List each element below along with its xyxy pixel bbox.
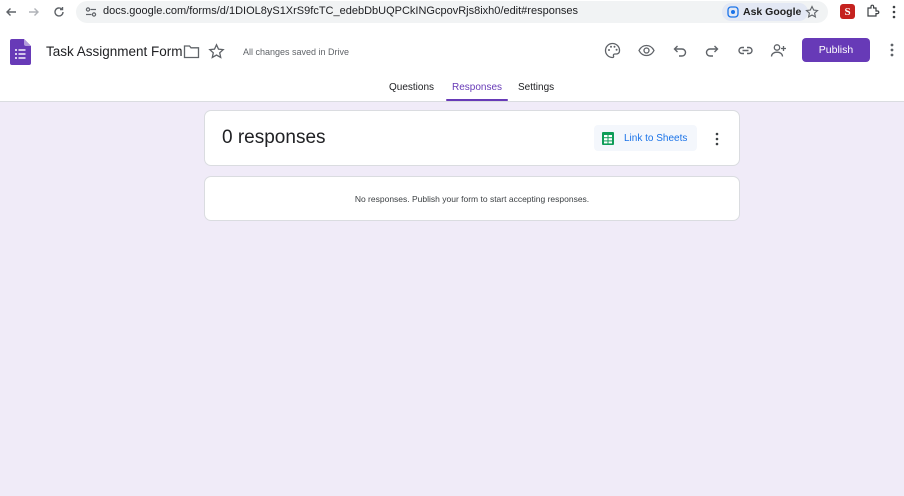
empty-state-message: No responses. Publish your form to start…	[354, 194, 590, 204]
forward-icon[interactable]	[25, 3, 43, 21]
more-options-icon[interactable]	[887, 42, 897, 58]
publish-button[interactable]: Publish	[802, 38, 870, 62]
link-to-sheets-label: Link to Sheets	[624, 132, 688, 144]
sheets-icon	[602, 131, 614, 145]
tab-responses[interactable]: Responses	[452, 82, 502, 93]
tab-settings[interactable]: Settings	[518, 82, 554, 93]
form-tabs: Questions Responses Settings	[0, 81, 904, 101]
puzzle-icon[interactable]	[866, 4, 880, 18]
preview-eye-icon[interactable]	[636, 40, 656, 60]
extension-s-icon[interactable]: S	[840, 4, 855, 19]
forms-header: Task Assignment Form All changes saved i…	[0, 25, 904, 102]
active-tab-indicator	[446, 99, 508, 101]
back-icon[interactable]	[2, 3, 20, 21]
responses-summary-card: 0 responses Link to Sheets	[204, 110, 740, 166]
tab-questions[interactable]: Questions	[389, 82, 434, 93]
ask-google-button[interactable]: Ask Google	[722, 3, 809, 21]
reload-icon[interactable]	[50, 3, 68, 21]
redo-icon[interactable]	[702, 40, 722, 60]
undo-icon[interactable]	[669, 40, 689, 60]
star-icon[interactable]	[208, 43, 225, 60]
browser-toolbar: docs.google.com/forms/d/1DIOL8yS1XrS9fcT…	[0, 0, 904, 25]
responses-more-icon[interactable]	[713, 131, 721, 147]
more-vert-icon[interactable]	[889, 4, 899, 20]
site-info-icon[interactable]	[84, 5, 98, 19]
google-forms-logo-icon[interactable]	[10, 39, 31, 65]
folder-icon[interactable]	[183, 44, 200, 59]
bookmark-star-icon[interactable]	[805, 5, 819, 19]
google-lens-icon	[727, 6, 739, 18]
palette-icon[interactable]	[602, 40, 622, 60]
address-bar[interactable]: docs.google.com/forms/d/1DIOL8yS1XrS9fcT…	[76, 1, 828, 23]
url-text[interactable]: docs.google.com/forms/d/1DIOL8yS1XrS9fcT…	[103, 5, 578, 17]
form-title[interactable]: Task Assignment Form	[46, 44, 183, 59]
link-icon[interactable]	[735, 40, 755, 60]
empty-responses-card: No responses. Publish your form to start…	[204, 176, 740, 221]
add-collaborator-icon[interactable]	[768, 40, 788, 60]
save-status: All changes saved in Drive	[243, 47, 350, 57]
response-count: 0 responses	[222, 127, 326, 148]
link-to-sheets-button[interactable]: Link to Sheets	[594, 125, 698, 151]
ask-google-label: Ask Google	[743, 6, 802, 18]
